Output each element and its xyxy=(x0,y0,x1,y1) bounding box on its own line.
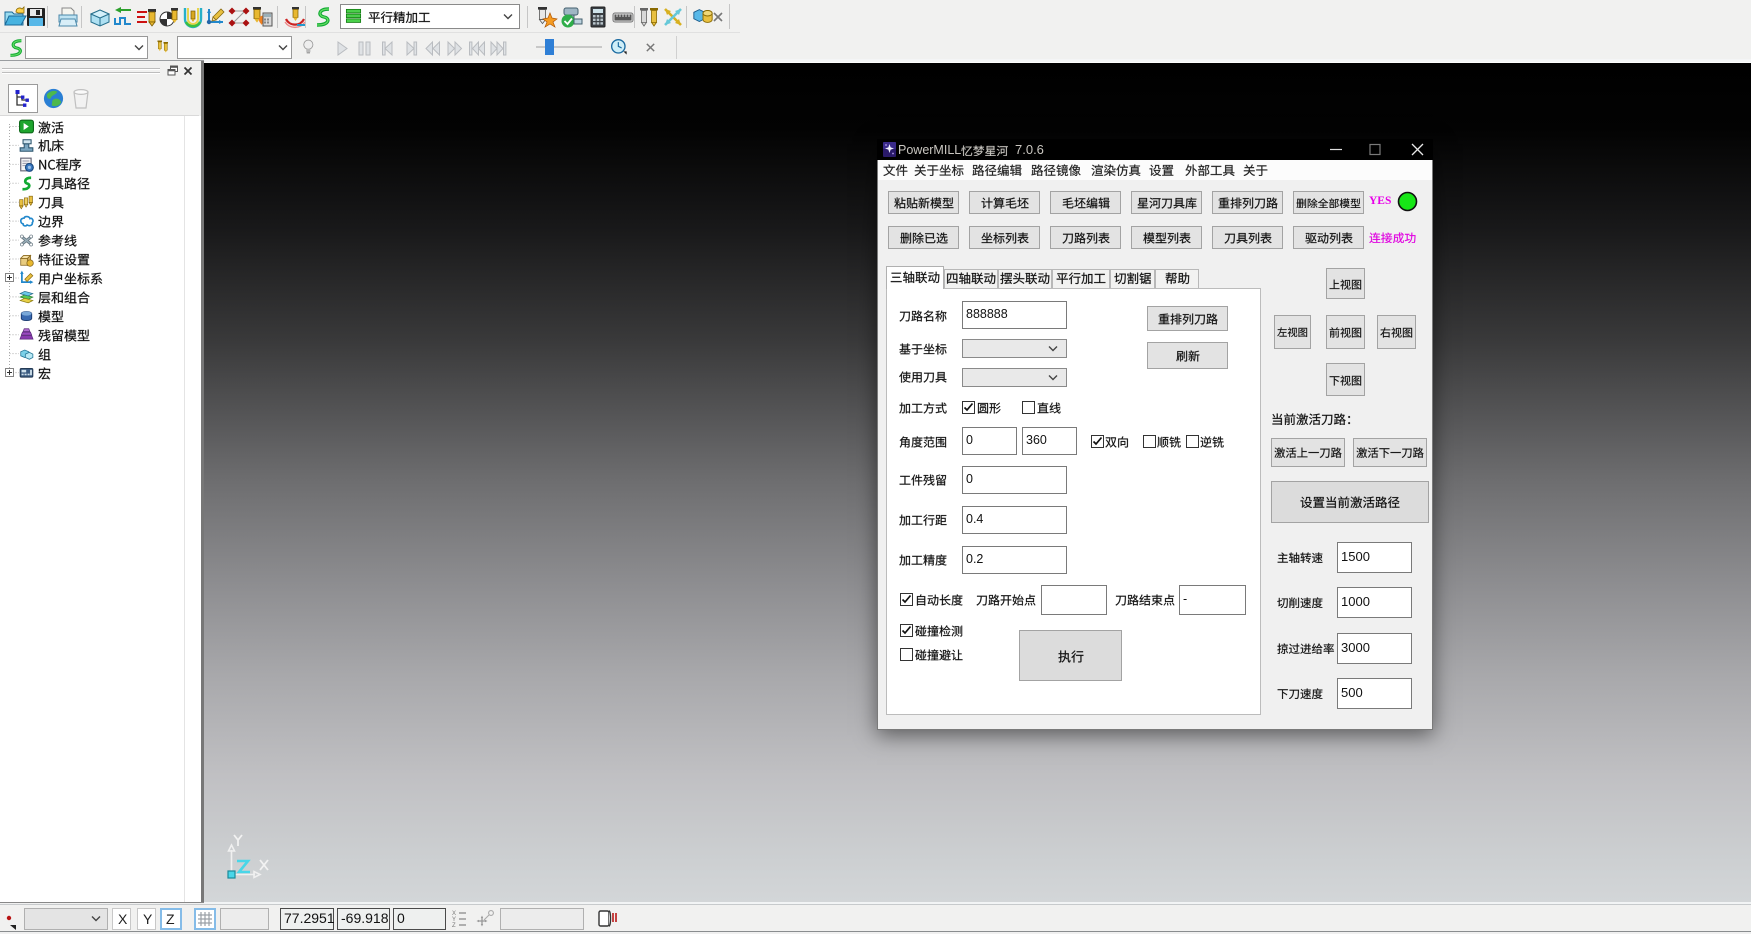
svg-text:Z: Z xyxy=(452,923,456,929)
